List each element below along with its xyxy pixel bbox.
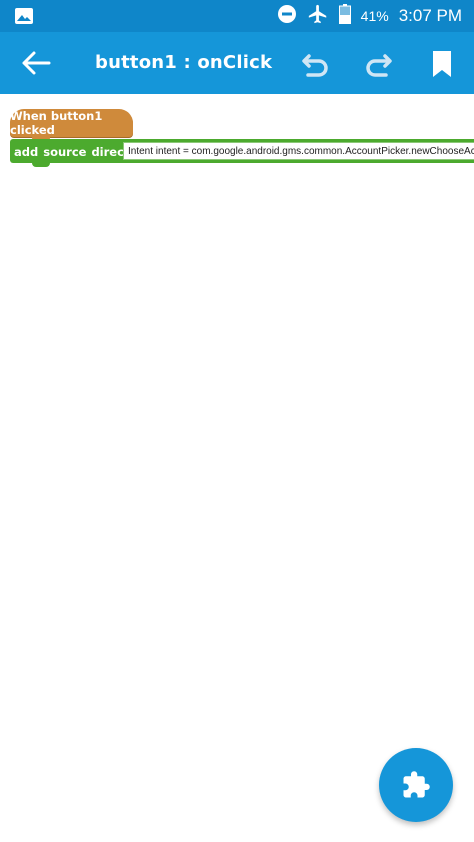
event-block[interactable]: When button1 clicked [10, 109, 133, 137]
do-not-disturb-icon [277, 4, 297, 29]
undo-icon [302, 54, 328, 77]
event-block-label: When button1 clicked [10, 109, 103, 137]
back-arrow-icon [22, 51, 51, 75]
source-code-field[interactable]: Intent intent = com.google.android.gms.c… [123, 142, 474, 160]
bookmark-button[interactable] [430, 49, 454, 79]
add-block-button[interactable] [379, 748, 453, 822]
undo-button[interactable] [300, 50, 332, 78]
block-canvas[interactable] [0, 94, 474, 842]
status-bar: 41% 3:07 PM [0, 0, 474, 32]
image-icon [14, 7, 34, 30]
puzzle-piece-icon [403, 771, 430, 798]
airplane-mode-icon [307, 3, 329, 30]
redo-button[interactable] [362, 50, 394, 78]
page-title: button1 : onClick [95, 52, 273, 73]
back-button[interactable] [20, 50, 54, 76]
statement-block-connector [32, 163, 50, 167]
bookmark-icon [433, 51, 451, 77]
redo-icon [366, 54, 392, 77]
battery-percent: 41% [360, 8, 389, 24]
statement-block-label: add source directly [14, 145, 141, 159]
battery-icon [338, 3, 351, 29]
app-bar: button1 : onClick [0, 32, 474, 94]
status-time: 3:07 PM [398, 6, 462, 25]
